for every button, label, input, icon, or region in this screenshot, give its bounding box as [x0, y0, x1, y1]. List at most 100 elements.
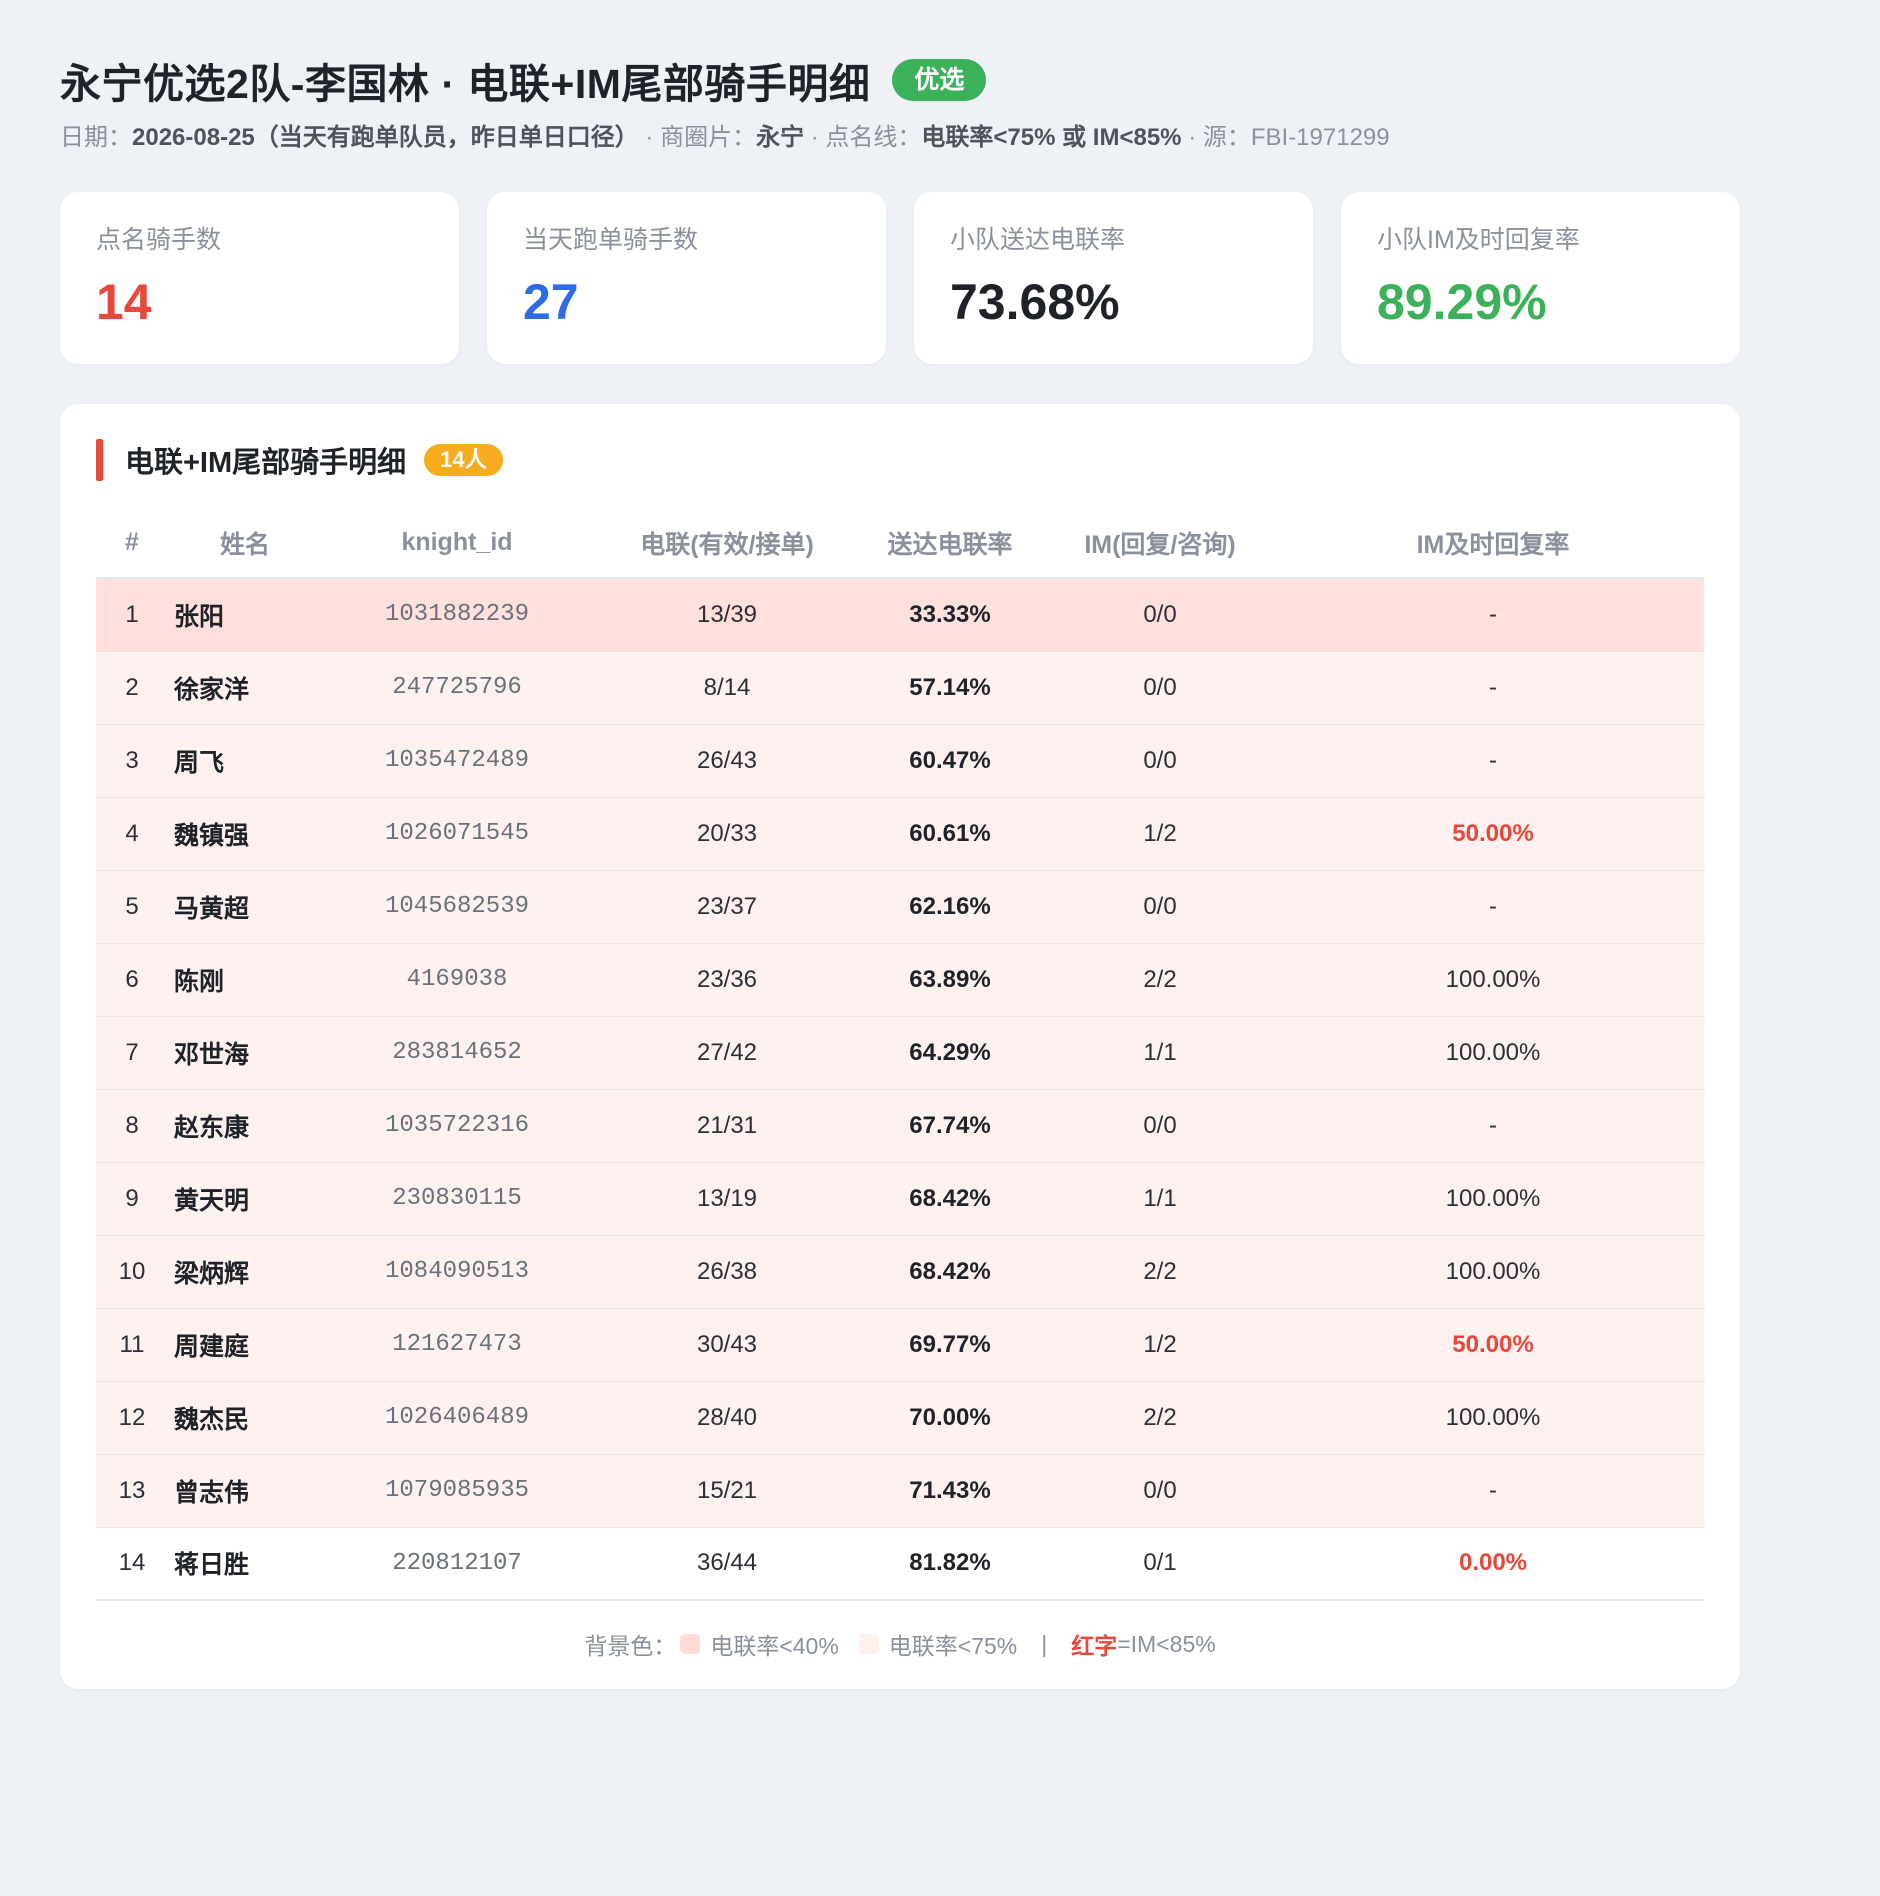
report-header: 永宁优选2队-李国林 · 电联+IM尾部骑手明细 优选 日期：2026-08-2…	[60, 52, 1740, 158]
legend-swatch-deep	[680, 1634, 701, 1654]
cell-im-rate: 50.00%	[1282, 1308, 1704, 1382]
cell-im: 0/0	[1038, 1454, 1282, 1528]
stat-value: 73.68%	[950, 274, 1120, 330]
stat-value: 27	[523, 274, 579, 330]
cell-im: 2/2	[1038, 1381, 1282, 1455]
cell-call: 13/39	[592, 578, 862, 652]
cell-im: 0/0	[1038, 651, 1282, 725]
area-label: · 商圈片：	[638, 124, 757, 151]
cell-index: 1	[96, 578, 168, 652]
table-header-row: # 姓名 knight_id 电联(有效/接单) 送达电联率 IM(回复/咨询)…	[96, 508, 1704, 579]
table-row: 13 曾志伟 1079085935 15/21 71.43% 0/0-	[96, 1454, 1704, 1528]
cell-im-rate: -	[1282, 724, 1704, 798]
card-header: 电联+IM尾部骑手明细 14人	[96, 438, 1704, 482]
stat-card-called-riders: 点名骑手数 14	[60, 192, 459, 364]
cell-im: 0/0	[1038, 578, 1282, 652]
cell-knight-id: 1031882239	[322, 578, 592, 652]
cell-index: 6	[96, 943, 168, 1017]
stat-value: 14	[96, 274, 152, 330]
cell-index: 2	[96, 651, 168, 725]
cell-call: 36/44	[592, 1527, 862, 1601]
cell-knight-id: 220812107	[322, 1527, 592, 1601]
cell-knight-id: 1045682539	[322, 870, 592, 944]
cell-call-rate: 60.61%	[862, 797, 1038, 871]
table-row: 1 张阳 1031882239 13/39 33.33% 0/0-	[96, 578, 1704, 652]
legend-red-rule: =IM<85%	[1117, 1630, 1216, 1657]
table-row: 11 周建庭 121627473 30/43 69.77% 1/2 50.00%	[96, 1308, 1704, 1382]
legend-light-label: 电联率<75%	[888, 1633, 1018, 1659]
cell-im-rate: 100.00%	[1282, 1162, 1704, 1236]
cell-knight-id: 283814652	[322, 1016, 592, 1090]
threshold-label: · 点名线：	[804, 124, 922, 151]
column-header-index: #	[96, 508, 168, 579]
cell-call-rate: 63.89%	[862, 943, 1038, 1017]
cell-index: 5	[96, 870, 168, 944]
report-page: 永宁优选2队-李国林 · 电联+IM尾部骑手明细 优选 日期：2026-08-2…	[60, 52, 1740, 1689]
page-title: 永宁优选2队-李国林 · 电联+IM尾部骑手明细	[60, 61, 871, 107]
legend-red-word: 红字	[1071, 1633, 1118, 1659]
legend-prefix: 背景色：	[584, 1633, 677, 1659]
cell-im-rate: 0.00%	[1282, 1527, 1704, 1601]
cell-index: 9	[96, 1162, 168, 1236]
cell-im: 0/0	[1038, 1089, 1282, 1163]
cell-knight-id: 230830115	[322, 1162, 592, 1236]
cell-im: 1/1	[1038, 1162, 1282, 1236]
report-meta: 日期：2026-08-25（当天有跑单队员，昨日单日口径） · 商圈片：永宁 ·…	[60, 118, 1740, 158]
threshold-value: 电联率<75% 或 IM<85%	[921, 124, 1182, 151]
cell-call: 23/36	[592, 943, 862, 1017]
cell-knight-id: 1035472489	[322, 724, 592, 798]
cell-name: 魏杰民	[168, 1381, 322, 1455]
table-row: 5 马黄超 1045682539 23/37 62.16% 0/0-	[96, 870, 1704, 944]
table-row: 14 蒋日胜 220812107 36/44 81.82% 0/1 0.00%	[96, 1527, 1704, 1601]
table-row: 4 魏镇强 1026071545 20/33 60.61% 1/2 50.00%	[96, 797, 1704, 871]
cell-index: 4	[96, 797, 168, 871]
stat-card-im-rate: 小队IM及时回复率 89.29%	[1341, 192, 1740, 364]
cell-knight-id: 1079085935	[322, 1454, 592, 1528]
cell-call-rate: 64.29%	[862, 1016, 1038, 1090]
stat-card-call-rate: 小队送达电联率 73.68%	[914, 192, 1313, 364]
section-accent-bar	[96, 439, 103, 481]
column-header-name: 姓名	[168, 508, 322, 579]
cell-knight-id: 1026406489	[322, 1381, 592, 1455]
cell-name: 周飞	[168, 724, 322, 798]
cell-call: 26/38	[592, 1235, 862, 1309]
table-row: 7 邓世海 283814652 27/42 64.29% 1/1 100.00%	[96, 1016, 1704, 1090]
title-row: 永宁优选2队-李国林 · 电联+IM尾部骑手明细 优选	[60, 52, 1740, 108]
cell-knight-id: 247725796	[322, 651, 592, 725]
stats-row: 点名骑手数 14 当天跑单骑手数 27 小队送达电联率 73.68% 小队IM及…	[60, 192, 1740, 364]
legend-deep-label: 电联率<40%	[710, 1633, 839, 1659]
legend-separator: |	[1041, 1630, 1048, 1657]
cell-im: 2/2	[1038, 1235, 1282, 1309]
cell-call-rate: 70.00%	[862, 1381, 1038, 1455]
table-row: 12 魏杰民 1026406489 28/40 70.00% 2/2 100.00%	[96, 1381, 1704, 1455]
table-row: 3 周飞 1035472489 26/43 60.47% 0/0-	[96, 724, 1704, 798]
cell-im-rate: 100.00%	[1282, 1016, 1704, 1090]
cell-call-rate: 71.43%	[862, 1454, 1038, 1528]
stat-label: 点名骑手数	[96, 226, 222, 254]
cell-name: 蒋日胜	[168, 1527, 322, 1601]
cell-im: 1/2	[1038, 1308, 1282, 1382]
cell-knight-id: 121627473	[322, 1308, 592, 1382]
cell-call-rate: 57.14%	[862, 651, 1038, 725]
cell-im: 0/1	[1038, 1527, 1282, 1601]
cell-im-rate: -	[1282, 578, 1704, 652]
cell-call: 15/21	[592, 1454, 862, 1528]
cell-name: 赵东康	[168, 1089, 322, 1163]
legend-swatch-light	[858, 1634, 879, 1654]
source-text: · 源：FBI-1971299	[1181, 124, 1390, 151]
cell-name: 马黄超	[168, 870, 322, 944]
cell-im: 1/1	[1038, 1016, 1282, 1090]
cell-call: 27/42	[592, 1016, 862, 1090]
column-header-im: IM(回复/咨询)	[1038, 508, 1282, 579]
column-header-call: 电联(有效/接单)	[592, 508, 862, 579]
cell-im: 0/0	[1038, 870, 1282, 944]
table-row: 10 梁炳辉 1084090513 26/38 68.42% 2/2 100.00%	[96, 1235, 1704, 1309]
cell-knight-id: 1084090513	[322, 1235, 592, 1309]
rider-table: # 姓名 knight_id 电联(有效/接单) 送达电联率 IM(回复/咨询)…	[96, 508, 1704, 1601]
cell-index: 3	[96, 724, 168, 798]
cell-index: 12	[96, 1381, 168, 1455]
category-badge: 优选	[892, 59, 987, 101]
cell-call: 21/31	[592, 1089, 862, 1163]
date-label: 日期：	[60, 124, 132, 151]
color-legend: 背景色： 电联率<40% 电联率<75% | 红字 =IM<85%	[96, 1627, 1704, 1661]
